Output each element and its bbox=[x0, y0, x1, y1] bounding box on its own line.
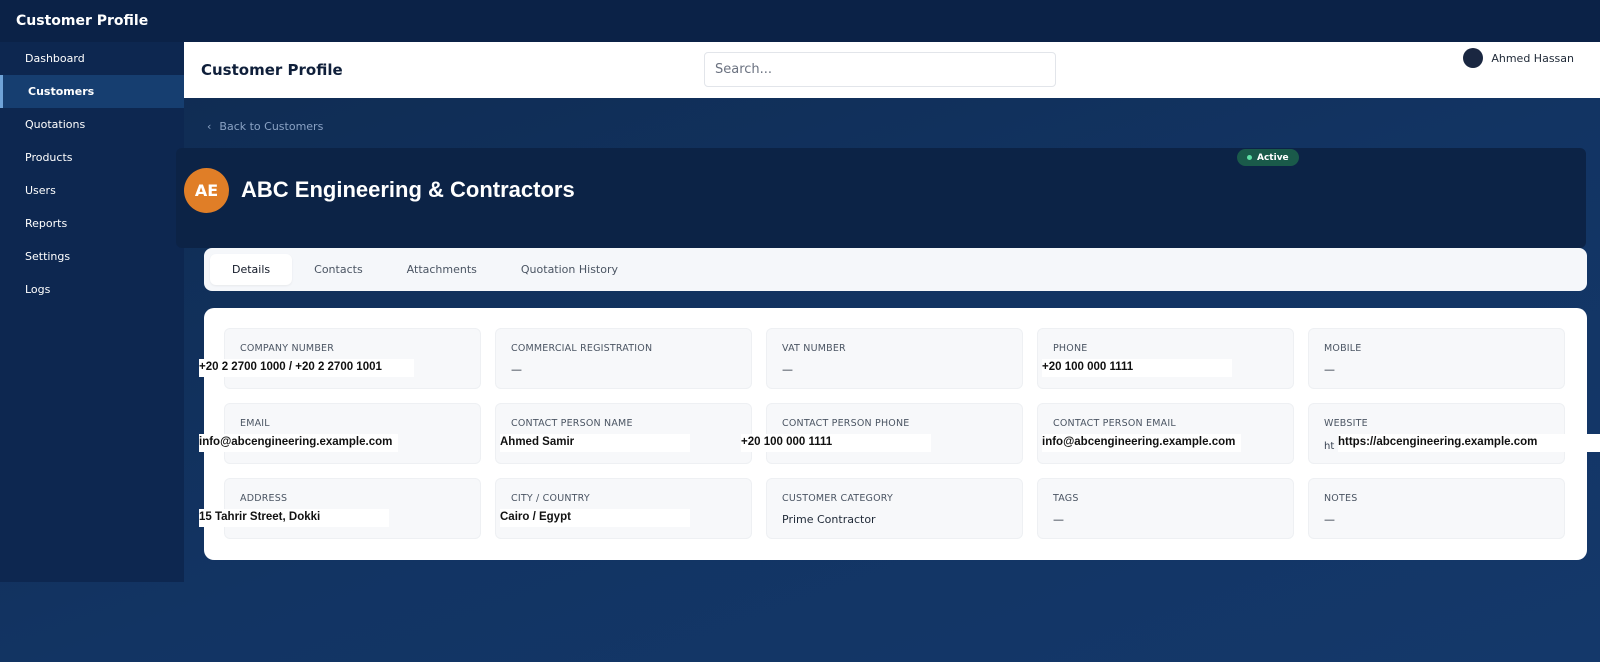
avatar[interactable] bbox=[1463, 48, 1484, 68]
field-customer-category: CUSTOMER CATEGORY Prime Contractor bbox=[766, 478, 1023, 539]
status-label: Active bbox=[1257, 152, 1289, 163]
field-mobile: MOBILE — bbox=[1308, 328, 1565, 389]
sidebar-item-settings[interactable]: Settings bbox=[0, 240, 184, 273]
app-title: Customer Profile bbox=[16, 13, 149, 29]
sidebar-item-products[interactable]: Products bbox=[0, 141, 184, 174]
field-email: EMAIL info@abcengineering.example.com bbox=[199, 403, 481, 464]
field-label: EMAIL bbox=[240, 418, 270, 429]
field-commercial-registration: COMMERCIAL REGISTRATION — bbox=[495, 328, 752, 389]
customer-name: ABC Engineering & Contractors bbox=[241, 177, 575, 202]
field-value: Cairo / Egypt bbox=[500, 509, 690, 527]
status-badge: Active bbox=[1237, 149, 1299, 166]
field-label: TAGS bbox=[1053, 493, 1079, 504]
status-dot-icon bbox=[1247, 155, 1252, 160]
field-label: CONTACT PERSON PHONE bbox=[782, 418, 910, 429]
field-label: CUSTOMER CATEGORY bbox=[782, 493, 893, 504]
field-label: NOTES bbox=[1324, 493, 1358, 504]
back-to-customers-link[interactable]: ‹ Back to Customers bbox=[207, 120, 323, 133]
website-stub: ht bbox=[1324, 441, 1335, 452]
field-value: info@abcengineering.example.com bbox=[199, 434, 399, 452]
sidebar-item-dashboard[interactable]: Dashboard bbox=[0, 42, 184, 75]
back-link-label[interactable]: Back to Customers bbox=[219, 120, 323, 133]
field-notes: NOTES — bbox=[1308, 478, 1565, 539]
field-value: — bbox=[1324, 513, 1335, 526]
field-label: MOBILE bbox=[1324, 343, 1362, 354]
field-value: +20 100 000 1111 bbox=[741, 434, 931, 452]
page-header: Customer Profile Ahmed Hassan bbox=[184, 42, 1600, 98]
sidebar-item-reports[interactable]: Reports bbox=[0, 207, 184, 240]
field-company-number: COMPANY NUMBER +20 2 2700 1000 / +20 2 2… bbox=[199, 328, 481, 389]
details-panel: COMPANY NUMBER +20 2 2700 1000 / +20 2 2… bbox=[199, 308, 1600, 560]
field-label: CITY / COUNTRY bbox=[511, 493, 590, 504]
field-value: +20 2 2700 1000 / +20 2 2700 1001 bbox=[199, 359, 414, 377]
field-value: — bbox=[1324, 363, 1335, 376]
field-label: COMMERCIAL REGISTRATION bbox=[511, 343, 653, 354]
sidebar: Dashboard Customers Quotations Products … bbox=[0, 42, 184, 582]
field-label: CONTACT PERSON NAME bbox=[511, 418, 633, 429]
user-name[interactable]: Ahmed Hassan bbox=[1491, 52, 1574, 65]
field-vat-number: VAT NUMBER — bbox=[766, 328, 1023, 389]
field-value: — bbox=[782, 363, 793, 376]
website-link[interactable]: https://abcengineering.example.com bbox=[1338, 434, 1600, 452]
field-value: info@abcengineering.example.com bbox=[1042, 434, 1242, 452]
field-value: 15 Tahrir Street, Dokki bbox=[199, 509, 389, 527]
sidebar-item-customers[interactable]: Customers bbox=[0, 75, 184, 108]
field-value: +20 100 000 1111 bbox=[1042, 359, 1232, 377]
tab-attachments[interactable]: Attachments bbox=[385, 254, 499, 285]
customer-avatar: AE bbox=[184, 168, 229, 213]
search-input[interactable] bbox=[704, 52, 1056, 87]
field-contact-person-email: CONTACT PERSON EMAIL info@abcengineering… bbox=[1037, 403, 1294, 464]
user-menu[interactable]: Ahmed Hassan bbox=[1463, 48, 1574, 68]
tab-quotation-history[interactable]: Quotation History bbox=[499, 254, 640, 285]
sidebar-item-quotations[interactable]: Quotations bbox=[0, 108, 184, 141]
field-tags: TAGS — bbox=[1037, 478, 1294, 539]
field-contact-person-phone: CONTACT PERSON PHONE +20 100 000 1111 bbox=[741, 403, 1023, 464]
field-value: Prime Contractor bbox=[782, 513, 876, 526]
sidebar-item-logs[interactable]: Logs bbox=[0, 273, 184, 306]
field-value: — bbox=[511, 363, 522, 376]
field-city-country: CITY / COUNTRY Cairo / Egypt bbox=[495, 478, 752, 539]
field-label: WEBSITE bbox=[1324, 418, 1368, 429]
field-website: WEBSITE ht https://abcengineering.exampl… bbox=[1308, 403, 1600, 464]
top-bar: Customer Profile bbox=[0, 0, 1600, 42]
field-address: ADDRESS 15 Tahrir Street, Dokki bbox=[199, 478, 481, 539]
field-label: VAT NUMBER bbox=[782, 343, 846, 354]
tabs-bar: Details Contacts Attachments Quotation H… bbox=[204, 248, 1587, 291]
sidebar-item-users[interactable]: Users bbox=[0, 174, 184, 207]
chevron-left-icon: ‹ bbox=[207, 120, 212, 133]
field-label: COMPANY NUMBER bbox=[240, 343, 335, 354]
tab-details[interactable]: Details bbox=[210, 254, 293, 285]
field-label: CONTACT PERSON EMAIL bbox=[1053, 418, 1176, 429]
field-label: ADDRESS bbox=[240, 493, 288, 504]
field-label: PHONE bbox=[1053, 343, 1088, 354]
field-phone: +20 100 000 1111 PHONE bbox=[1037, 328, 1294, 389]
field-value: — bbox=[1053, 513, 1064, 526]
field-contact-person-name: CONTACT PERSON NAME Ahmed Samir bbox=[495, 403, 752, 464]
field-value: Ahmed Samir bbox=[500, 434, 690, 452]
tab-contacts[interactable]: Contacts bbox=[292, 254, 385, 285]
page-title: Customer Profile bbox=[201, 61, 343, 79]
